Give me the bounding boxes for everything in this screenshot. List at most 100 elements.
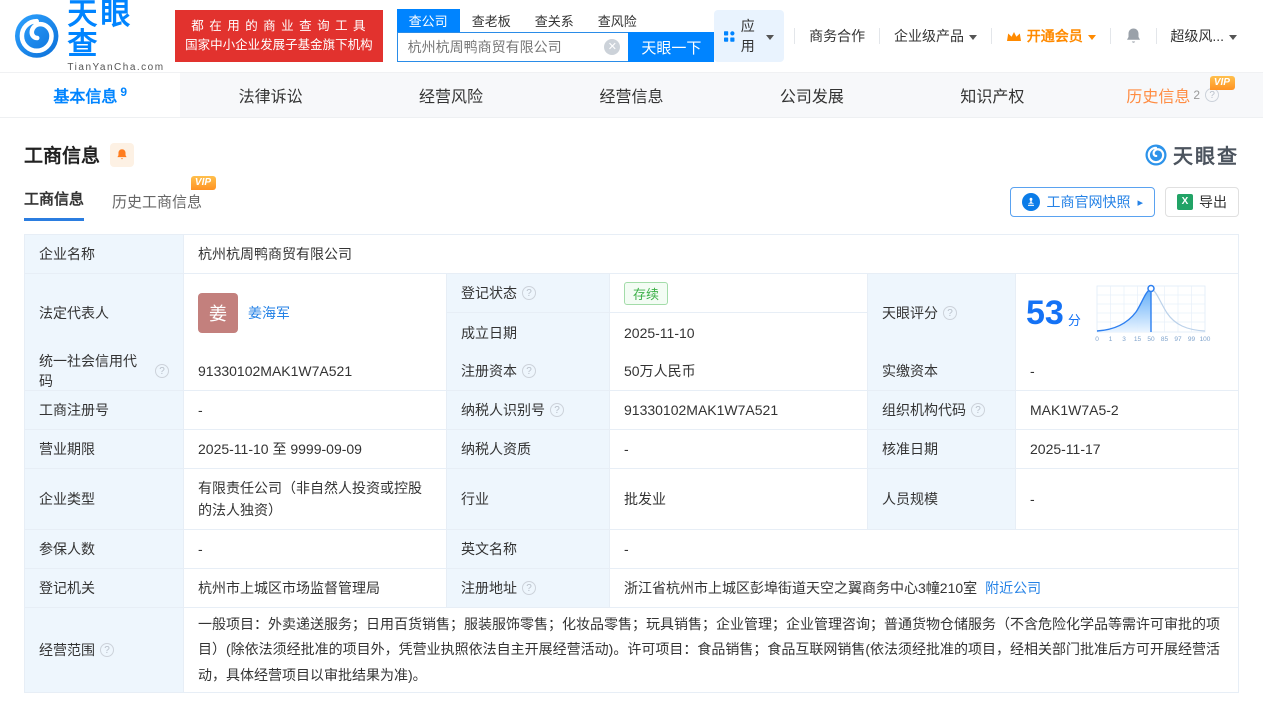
notification-bell[interactable] [1113,27,1154,45]
taxpayer-id-value: 91330102MAK1W7A521 [610,391,868,429]
business-info-table: 企业名称 杭州杭周鸭商贸有限公司 法定代表人 姜 姜海军 登记状态 ? 存续 成… [24,234,1239,693]
field-label: 纳税人资质 [447,430,610,468]
apps-menu-button[interactable]: 应用 [714,10,785,62]
score-axis-tick: 85 [1161,336,1169,343]
nav-enterprise-products[interactable]: 企业级产品 [882,26,989,46]
tianyancha-logo[interactable]: 天眼查 TianYanCha.com [14,0,165,73]
tab-legal-proceedings[interactable]: 法律诉讼 [180,73,360,117]
bell-icon [117,149,127,160]
reg-address-value: 浙江省杭州市上城区彭埠街道天空之翼商务中心3幢210室 [624,580,978,596]
business-scope-value: 一般项目：外卖递送服务；日用百货销售；服装服饰零售；化妆品零售；玩具销售；企业管… [184,608,1238,692]
search-button[interactable]: 天眼一下 [628,32,715,62]
field-label: 组织机构代码 ? [868,391,1016,429]
divider [879,28,880,44]
apps-grid-icon [724,30,735,42]
search-tab-company[interactable]: 查公司 [396,9,460,32]
crown-icon [1006,31,1021,41]
official-snapshot-button[interactable]: 工商官网快照 ▸ [1010,187,1155,217]
company-type-value: 有限责任公司（非自然人投资或控股的法人独资） [184,469,447,529]
nav-business-cooperation[interactable]: 商务合作 [797,26,877,46]
bell-icon [1126,28,1140,43]
main-content: 工商信息 天眼查 工商信息 VIP 历史工商信息 工商官网快照 ▸ X 导出 企… [0,140,1263,693]
table-row: 登记机关 杭州市上城区市场监督管理局 注册地址 ? 浙江省杭州市上城区彭埠街道天… [25,569,1238,608]
reg-number-value: - [184,391,447,429]
label-text: 天眼评分 [882,305,938,321]
search-tab-risk[interactable]: 查风险 [586,9,649,32]
status-date-stack: 登记状态 ? 存续 成立日期 2025-11-10 [447,274,868,352]
help-icon[interactable]: ? [550,403,564,417]
top-header: 天眼查 TianYanCha.com 都 在 用 的 商 业 查 询 工 具 国… [0,0,1263,73]
label-text: 注册资本 [461,363,517,379]
label-text: 纳税人识别号 [461,402,545,418]
tab-company-development[interactable]: 公司发展 [722,73,902,117]
nav-label: 开通会员 [1026,28,1083,44]
score-axis-tick: 99 [1188,336,1196,343]
industry-value: 批发业 [610,469,868,529]
tab-label: 公司发展 [779,89,844,106]
field-label: 企业名称 [25,235,184,273]
help-icon[interactable]: ? [1205,88,1220,102]
subtab-business-info[interactable]: 工商信息 [24,188,85,221]
score-axis-tick: 1 [1109,336,1113,343]
header-nav: 应用 商务合作 企业级产品 开通会员 超级风... [714,10,1249,62]
help-icon[interactable]: ? [100,643,114,657]
nav-super-risk[interactable]: 超级风... [1158,26,1249,46]
table-row: 法定代表人 姜 姜海军 登记状态 ? 存续 成立日期 2025-11-10 天眼… [25,274,1238,352]
tab-label: 法律诉讼 [238,89,303,106]
field-label: 企业类型 [25,469,184,529]
help-icon[interactable]: ? [522,286,536,300]
table-row: 企业名称 杭州杭周鸭商贸有限公司 [25,235,1238,274]
tab-operational-risk[interactable]: 经营风险 [361,73,541,117]
search-tab-boss[interactable]: 查老板 [460,9,523,32]
field-label: 注册地址 ? [447,569,610,607]
help-icon[interactable]: ? [522,364,536,378]
subtab-history-business-info[interactable]: VIP 历史工商信息 [112,176,217,221]
nav-open-vip[interactable]: 开通会员 [994,26,1108,46]
field-label: 统一社会信用代码 ? [25,352,184,390]
excel-icon: X [1177,194,1193,210]
score-axis-tick: 97 [1174,336,1182,343]
tab-intellectual-property[interactable]: 知识产权 [902,73,1082,117]
field-label: 经营范围 ? [25,608,184,692]
insured-count-value: - [184,530,447,568]
divider [794,28,796,44]
chevron-down-icon [766,34,775,40]
divider [1109,28,1111,44]
help-icon[interactable]: ? [943,306,957,320]
tab-business-info[interactable]: 经营信息 [541,73,721,117]
subtab-label: 历史工商信息 [112,194,203,211]
paid-capital-value: - [1016,352,1238,390]
stamp-icon [1022,193,1041,211]
nearby-companies-link[interactable]: 附近公司 [985,578,1041,598]
chevron-down-icon [1229,34,1238,40]
tab-history-info[interactable]: VIP 历史信息 2 ? [1083,73,1263,117]
company-tabbar: 基本信息 9 法律诉讼 经营风险 经营信息 公司发展 知识产权 VIP 历史信息… [0,72,1263,118]
promo-line1: 都 在 用 的 商 业 查 询 工 具 [191,18,367,33]
tab-label: 知识产权 [960,89,1025,106]
nav-label: 企业级产品 [893,28,964,44]
monitor-bell-button[interactable] [110,142,135,167]
score-axis-tick: 0 [1095,336,1099,343]
help-icon[interactable]: ? [155,364,169,378]
search-area: 查公司 查老板 查关系 查风险 ✕ 天眼一下 [396,9,715,62]
help-icon[interactable]: ? [522,581,536,595]
tab-count: 9 [120,85,128,99]
search-tab-relation[interactable]: 查关系 [523,9,586,32]
promo-banner: 都 在 用 的 商 业 查 询 工 具 国家中小企业发展子基金旗下机构 [175,9,383,63]
label-text: 注册地址 [461,580,517,596]
tianyan-score-cell[interactable]: 53 分 0 1 3 15 50 85 97 99 100 [1016,274,1238,352]
avatar[interactable]: 姜 [198,293,238,333]
legal-rep-link[interactable]: 姜海军 [248,303,290,323]
tab-basic-info[interactable]: 基本信息 9 [0,73,181,117]
help-icon[interactable]: ? [971,403,985,417]
divider [990,28,992,44]
field-label: 参保人数 [25,530,184,568]
nav-label: 超级风... [1170,28,1225,44]
score-axis: 0 1 3 15 50 85 97 99 100 [1095,336,1211,343]
tab-count: 2 [1193,88,1201,102]
field-label: 登记机关 [25,569,184,607]
search-input[interactable] [396,32,629,62]
export-button[interactable]: X 导出 [1165,187,1239,217]
table-row: 参保人数 - 英文名称 - [25,530,1238,569]
reg-capital-value: 50万人民币 [610,352,868,390]
